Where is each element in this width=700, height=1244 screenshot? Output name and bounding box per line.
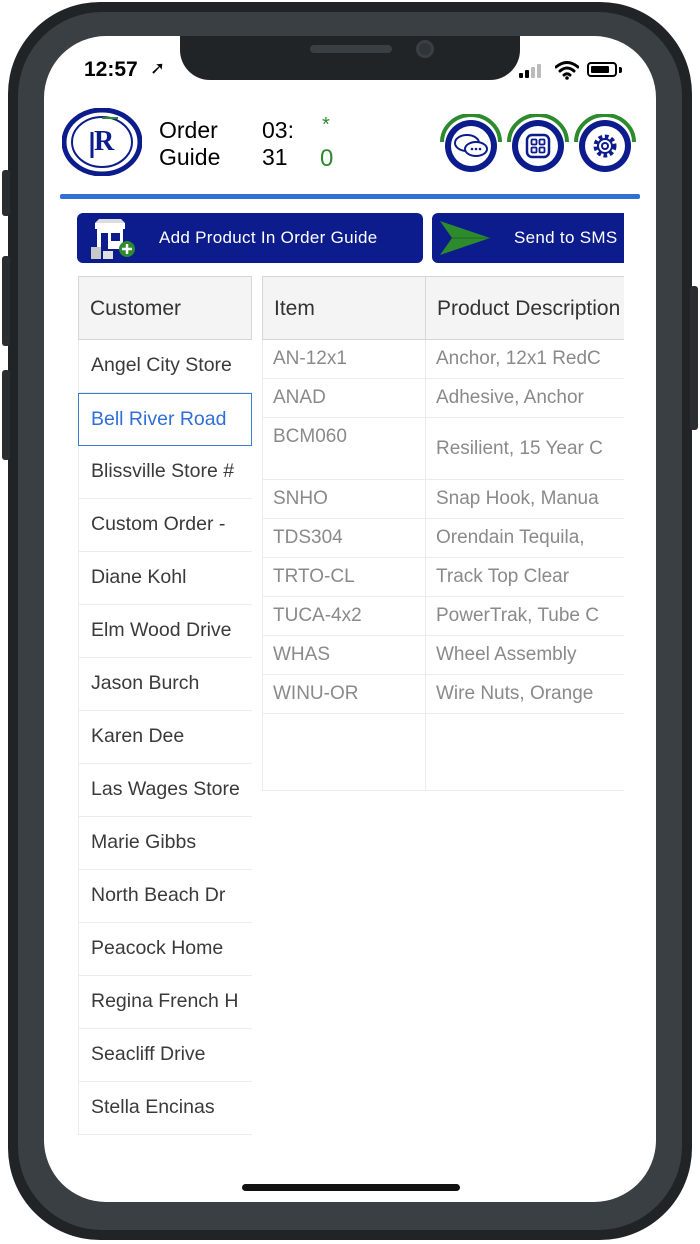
customer-name: Regina French H: [91, 990, 239, 1012]
table-row[interactable]: TRTO-CL Track Top Clear: [262, 558, 624, 597]
send-sms-button[interactable]: Send to SMS: [432, 213, 624, 263]
customer-list-item[interactable]: Angel City Store: [78, 340, 252, 393]
customer-name: Angel City Store: [91, 354, 232, 376]
power-button: [690, 286, 698, 430]
item-code-cell: TDS304: [273, 527, 343, 548]
customer-list: Customer Angel City Store Bell River Road…: [78, 276, 252, 1136]
item-code-cell: TRTO-CL: [273, 566, 355, 587]
customer-list-item[interactable]: Elm Wood Drive: [78, 605, 252, 658]
product-description-cell: Resilient, 15 Year C: [436, 438, 603, 459]
customer-list-item[interactable]: Las Wages Store: [78, 764, 252, 817]
item-code-cell: ANAD: [273, 387, 326, 408]
item-code-cell: BCM060: [273, 426, 347, 447]
customer-header-label: Customer: [90, 297, 182, 320]
table-row[interactable]: WINU-OR Wire Nuts, Orange: [262, 675, 624, 714]
page-title-line1: Order: [159, 117, 218, 143]
customer-list-item[interactable]: Karen Dee: [78, 711, 252, 764]
customer-list-item[interactable]: Peacock Home: [78, 923, 252, 976]
customer-list-item[interactable]: Marie Gibbs: [78, 817, 252, 870]
customer-name: Elm Wood Drive: [91, 619, 232, 641]
table-row[interactable]: AN-12x1 Anchor, 12x1 RedC: [262, 340, 624, 379]
customer-list-item[interactable]: Diane Kohl: [78, 552, 252, 605]
status-time: 12:57: [84, 58, 138, 81]
timer-minutes: 03:: [262, 117, 294, 143]
add-product-button[interactable]: Add Product In Order Guide: [77, 213, 423, 263]
table-row[interactable]: TDS304 Orendain Tequila,: [262, 519, 624, 558]
svg-text:R: R: [94, 126, 115, 157]
customer-name: Custom Order -: [91, 513, 226, 535]
item-code-cell: AN-12x1: [273, 348, 347, 369]
product-description-cell: Adhesive, Anchor: [436, 387, 584, 408]
volume-down-button: [2, 370, 10, 460]
customer-name: Karen Dee: [91, 725, 185, 747]
battery-cap: [619, 67, 622, 73]
wifi-icon: [555, 61, 579, 80]
product-description-cell: Wheel Assembly: [436, 644, 577, 665]
table-row[interactable]: SNHO Snap Hook, Manua: [262, 480, 624, 519]
item-column-header[interactable]: Item: [262, 276, 426, 340]
item-code-cell: WHAS: [273, 644, 330, 665]
customer-list-item[interactable]: Blissville Store #: [78, 446, 252, 499]
table-row[interactable]: ANAD Adhesive, Anchor: [262, 379, 624, 418]
item-code-cell: TUCA-4x2: [273, 605, 362, 626]
front-camera: [416, 40, 434, 58]
table-row[interactable]: TUCA-4x2 PowerTrak, Tube C: [262, 597, 624, 636]
product-description-cell: Snap Hook, Manua: [436, 488, 599, 509]
customer-name: Seacliff Drive: [91, 1043, 206, 1065]
customer-name: Jason Burch: [91, 672, 200, 694]
order-guide-items-grid: Item Product Description AN-12x1 Anchor, …: [262, 276, 624, 791]
product-description-cell: Orendain Tequila,: [436, 527, 585, 548]
settings-gear-icon[interactable]: [570, 114, 640, 174]
item-header-label: Item: [274, 297, 315, 320]
header-divider: [60, 194, 640, 199]
add-product-label: Add Product In Order Guide: [159, 228, 378, 247]
grid-apps-icon[interactable]: [503, 114, 573, 174]
customer-name: Marie Gibbs: [91, 831, 197, 853]
product-description-cell: Track Top Clear: [436, 566, 570, 587]
speaker-grille: [310, 45, 392, 53]
location-arrow-icon: ➚: [150, 58, 166, 78]
description-column-header[interactable]: Product Description: [425, 276, 624, 340]
table-row[interactable]: BCM060 Resilient, 15 Year C: [262, 418, 624, 480]
silent-switch: [2, 170, 10, 216]
battery-icon: [587, 62, 617, 77]
customer-name: Diane Kohl: [91, 566, 187, 588]
send-arrow-icon: [440, 221, 490, 255]
item-code-cell: SNHO: [273, 488, 328, 509]
home-indicator[interactable]: [242, 1184, 460, 1191]
product-description-cell: PowerTrak, Tube C: [436, 605, 599, 626]
page-title-line2: Guide: [159, 144, 221, 170]
customer-column-header: Customer: [78, 276, 252, 340]
product-description-cell: Wire Nuts, Orange: [436, 683, 594, 704]
customer-name: North Beach Dr: [91, 884, 226, 906]
item-code-cell: WINU-OR: [273, 683, 359, 704]
customer-list-item[interactable]: Custom Order -: [78, 499, 252, 552]
customer-list-item[interactable]: Bell River Road: [78, 393, 252, 446]
customer-list-item[interactable]: Stella Encinas: [78, 1082, 252, 1135]
cellular-signal-icon: [519, 64, 547, 78]
customer-name: Peacock Home: [91, 937, 224, 959]
description-header-label: Product Description: [437, 297, 621, 320]
customer-name: Blissville Store #: [91, 460, 235, 482]
table-row[interactable]: WHAS Wheel Assembly: [262, 636, 624, 675]
store-add-icon: [91, 219, 135, 259]
volume-up-button: [2, 256, 10, 346]
notch: [180, 36, 520, 80]
customer-list-item[interactable]: Seacliff Drive: [78, 1029, 252, 1082]
indicator-count: 0: [320, 145, 334, 172]
customer-name: Bell River Road: [91, 408, 227, 430]
customer-name: Las Wages Store: [91, 778, 240, 800]
timer-seconds: 31: [262, 144, 288, 170]
customer-list-item[interactable]: Regina French H: [78, 976, 252, 1029]
indicator-star: *: [322, 114, 330, 136]
product-description-cell: Anchor, 12x1 RedC: [436, 348, 601, 369]
customer-list-item[interactable]: Jason Burch: [78, 658, 252, 711]
chat-icon[interactable]: [436, 114, 506, 174]
send-sms-label: Send to SMS: [514, 228, 618, 247]
customer-name: Stella Encinas: [91, 1096, 215, 1118]
app-logo: R: [62, 108, 142, 176]
customer-list-item[interactable]: North Beach Dr: [78, 870, 252, 923]
